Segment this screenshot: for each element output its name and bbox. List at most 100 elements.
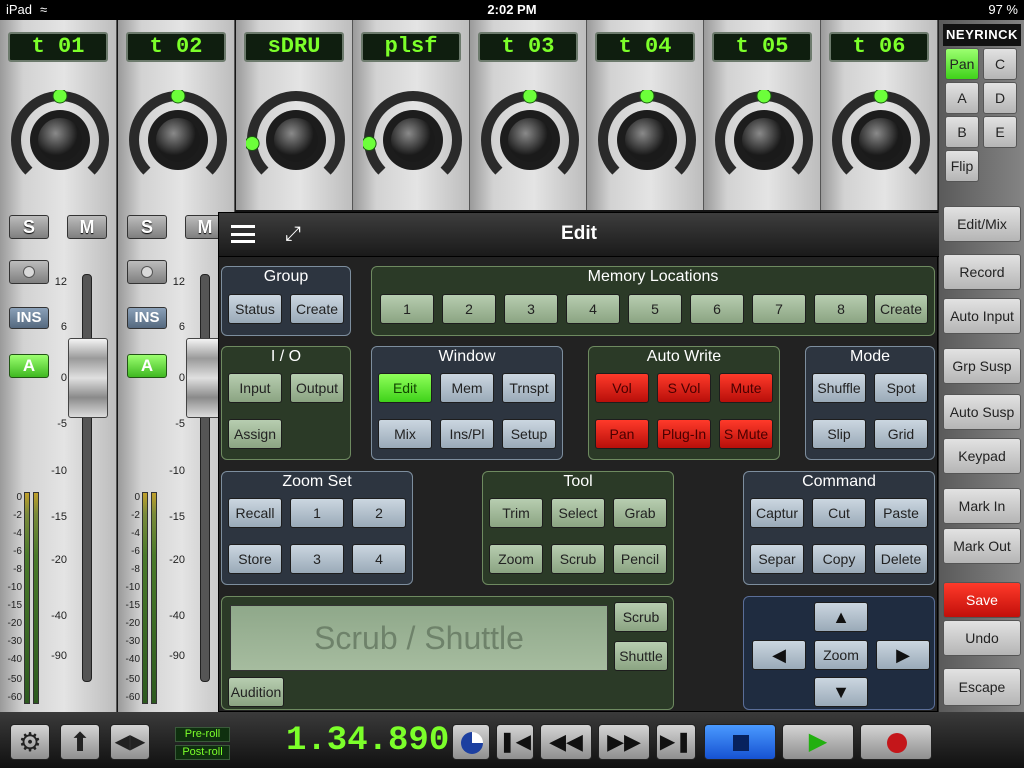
record-button[interactable]: Record [943,254,1021,290]
channel-name[interactable]: plsf [361,32,461,62]
zoomset-button-1[interactable]: 1 [290,498,344,528]
memory-button-1[interactable]: 1 [380,294,434,324]
preroll-indicator[interactable]: Pre-roll [175,727,230,742]
page-button-flip[interactable]: Flip [945,150,979,182]
window-button-setup[interactable]: Setup [502,419,556,449]
pan-knob[interactable] [597,90,697,190]
memory-button-5[interactable]: 5 [628,294,682,324]
tool-button-pencil[interactable]: Pencil [613,544,667,574]
mute-button[interactable]: M [67,215,107,239]
nav-up-button[interactable]: ▲ [814,602,868,632]
autowrite-button-vol[interactable]: Vol [595,373,649,403]
nav-left-button[interactable]: ◀ [752,640,806,670]
auto-susp-button[interactable]: Auto Susp [943,394,1021,430]
command-button-separ[interactable]: Separ [750,544,804,574]
page-button-c[interactable]: C [983,48,1017,80]
mark-out-button[interactable]: Mark Out [943,528,1021,564]
window-button-trnspt[interactable]: Trnspt [502,373,556,403]
mode-button-spot[interactable]: Spot [874,373,928,403]
autowrite-button-s-mute[interactable]: S Mute [719,419,773,449]
channel-name[interactable]: t 01 [8,32,108,62]
command-button-copy[interactable]: Copy [812,544,866,574]
zoom-button[interactable]: Zoom [814,640,868,670]
channel-name[interactable]: t 06 [829,32,929,62]
zoomset-button-2[interactable]: 2 [352,498,406,528]
undo-button[interactable]: Undo [943,620,1021,656]
play-button[interactable]: ▶ [782,724,854,760]
upload-button[interactable]: ⬆ [60,724,100,760]
page-button-pan[interactable]: Pan [945,48,979,80]
solo-button[interactable]: S [9,215,49,239]
solo-button[interactable]: S [127,215,167,239]
channel-name[interactable]: t 03 [478,32,578,62]
memory-button-7[interactable]: 7 [752,294,806,324]
page-button-d[interactable]: D [983,82,1017,114]
memory-button-8[interactable]: 8 [814,294,868,324]
keypad-button[interactable]: Keypad [943,438,1021,474]
edit-mix-button[interactable]: Edit/Mix [943,206,1021,242]
scrub-button[interactable]: Scrub [614,602,668,632]
page-button-b[interactable]: B [945,116,979,148]
goto-start-button[interactable]: ❚◀ [496,724,534,760]
tool-button-trim[interactable]: Trim [489,498,543,528]
command-button-cut[interactable]: Cut [812,498,866,528]
nav-right-button[interactable]: ▶ [876,640,930,670]
page-button-e[interactable]: E [983,116,1017,148]
auto-input-button[interactable]: Auto Input [943,298,1021,334]
io-button-assign[interactable]: Assign [228,419,282,449]
rewind-button[interactable]: ◀◀ [540,724,592,760]
tool-button-zoom[interactable]: Zoom [489,544,543,574]
autowrite-button-mute[interactable]: Mute [719,373,773,403]
mode-button-slip[interactable]: Slip [812,419,866,449]
shuttle-button[interactable]: Shuttle [614,641,668,671]
pan-knob[interactable] [363,90,463,190]
tool-button-scrub[interactable]: Scrub [551,544,605,574]
pan-knob[interactable] [480,90,580,190]
tool-button-select[interactable]: Select [551,498,605,528]
stop-button[interactable] [704,724,776,760]
memory-button-6[interactable]: 6 [690,294,744,324]
loop-button[interactable] [452,724,490,760]
audition-button[interactable]: Audition [228,677,284,707]
page-button-a[interactable]: A [945,82,979,114]
channel-name[interactable]: t 05 [712,32,812,62]
postroll-indicator[interactable]: Post-roll [175,745,230,760]
tool-button-grab[interactable]: Grab [613,498,667,528]
record-button[interactable] [860,724,932,760]
pan-knob[interactable] [128,90,228,190]
nav-down-button[interactable]: ▼ [814,677,868,707]
channel-name[interactable]: sDRU [244,32,344,62]
channel-name[interactable]: t 04 [595,32,695,62]
volume-fader[interactable] [68,338,108,418]
zoomset-button-recall[interactable]: Recall [228,498,282,528]
command-button-captur[interactable]: Captur [750,498,804,528]
scrub-shuttle-pad[interactable]: Scrub / Shuttle [230,605,608,671]
window-button-ins-pl[interactable]: Ins/Pl [440,419,494,449]
pan-knob[interactable] [831,90,931,190]
escape-button[interactable]: Escape [943,668,1021,706]
pan-knob[interactable] [246,90,346,190]
memory-button-2[interactable]: 2 [442,294,496,324]
save-button[interactable]: Save [943,582,1021,618]
memory-button-4[interactable]: 4 [566,294,620,324]
zoomset-button-store[interactable]: Store [228,544,282,574]
mark-in-button[interactable]: Mark In [943,488,1021,524]
pan-knob[interactable] [714,90,814,190]
fast-forward-button[interactable]: ▶▶ [598,724,650,760]
autowrite-button-s-vol[interactable]: S Vol [657,373,711,403]
window-button-edit[interactable]: Edit [378,373,432,403]
zoomset-button-3[interactable]: 3 [290,544,344,574]
io-button-input[interactable]: Input [228,373,282,403]
group-button-status[interactable]: Status [228,294,282,324]
mode-button-shuffle[interactable]: Shuffle [812,373,866,403]
settings-button[interactable]: ⚙ [10,724,50,760]
goto-end-button[interactable]: ▶❚ [656,724,696,760]
channel-name[interactable]: t 02 [126,32,226,62]
group-button-create[interactable]: Create [290,294,344,324]
mode-button-grid[interactable]: Grid [874,419,928,449]
zoomset-button-4[interactable]: 4 [352,544,406,574]
window-button-mem[interactable]: Mem [440,373,494,403]
bank-button[interactable]: ◀▶ [110,724,150,760]
memory-button-create[interactable]: Create [874,294,928,324]
command-button-paste[interactable]: Paste [874,498,928,528]
